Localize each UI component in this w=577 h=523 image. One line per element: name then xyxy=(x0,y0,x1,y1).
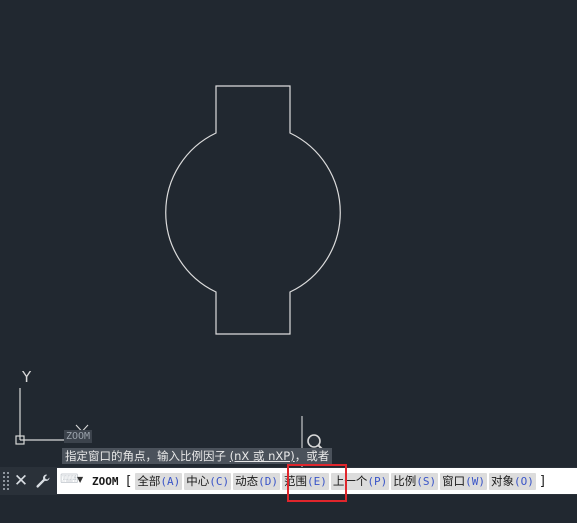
command-line-bar: ✕ ⌨ ▼ ZOOM [ 全部(A) 中心(C) 动态(D) 范围(E) 上一个… xyxy=(0,467,577,495)
option-center[interactable]: 中心(C) xyxy=(184,472,232,490)
tooltip-suffix: ，或者 xyxy=(294,449,330,463)
close-icon[interactable]: ✕ xyxy=(11,470,31,492)
option-window[interactable]: 窗口(W) xyxy=(440,472,487,490)
option-all[interactable]: 全部(A) xyxy=(135,472,183,490)
close-bracket: ] xyxy=(538,473,547,489)
command-input[interactable]: ⌨ ▼ ZOOM [ 全部(A) 中心(C) 动态(D) 范围(E) 上一个(P… xyxy=(57,468,577,494)
option-previous[interactable]: 上一个(P) xyxy=(330,472,390,490)
drawing-canvas[interactable]: Y ZOOM 指定窗口的角点，输入比例因子 (nX 或 nXP)，或者 xyxy=(0,0,577,470)
option-scale[interactable]: 比例(S) xyxy=(391,472,439,490)
cursor-zoom-tag: ZOOM xyxy=(64,430,93,443)
chevron-down-icon[interactable]: ▼ xyxy=(77,474,87,486)
open-bracket: [ xyxy=(124,473,133,489)
grip-handle-icon[interactable] xyxy=(3,472,10,490)
zoom-magnifier-icon xyxy=(307,434,323,450)
drawing-part-outline[interactable] xyxy=(165,85,341,335)
recent-commands-icon: ⌨ xyxy=(60,472,79,487)
ucs-y-label: Y xyxy=(22,368,32,386)
tooltip-option: (nX 或 nXP) xyxy=(229,449,295,463)
command-name: ZOOM xyxy=(92,474,119,488)
option-extents[interactable]: 范围(E) xyxy=(281,472,329,490)
option-object[interactable]: 对象(O) xyxy=(488,472,536,490)
command-prompt: ZOOM [ 全部(A) 中心(C) 动态(D) 范围(E) 上一个(P) 比例… xyxy=(92,468,548,494)
tooltip-prefix: 指定窗口的角点，输入比例因子 xyxy=(65,449,230,463)
command-prompt-tooltip: 指定窗口的角点，输入比例因子 (nX 或 nXP)，或者 xyxy=(62,448,333,464)
option-dynamic[interactable]: 动态(D) xyxy=(233,472,280,490)
drawing-svg xyxy=(15,85,341,470)
customize-wrench-icon[interactable] xyxy=(33,470,53,492)
